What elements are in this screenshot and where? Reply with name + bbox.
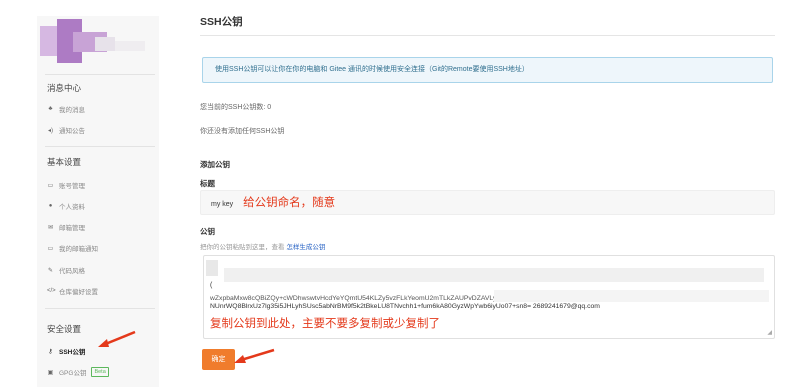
sidebar-item-notices[interactable]: ◂) 通知公告 bbox=[47, 125, 85, 136]
key-hint-text: 把你的公钥粘贴到这里，查看 bbox=[200, 244, 285, 251]
section-title-security-settings: 安全设置 bbox=[47, 324, 82, 334]
how-to-generate-link[interactable]: 怎样生成公钥 bbox=[286, 244, 325, 251]
bell-icon: ♣ bbox=[48, 106, 53, 112]
redacted-block bbox=[206, 260, 218, 276]
key-icon: ⚷ bbox=[48, 348, 53, 355]
brush-icon: ✎ bbox=[47, 267, 54, 274]
confirm-button[interactable]: 确定 bbox=[202, 349, 235, 370]
sidebar-item-code-style[interactable]: ✎ 代码风格 bbox=[47, 265, 85, 276]
sidebar-item-label: SSH公钥 bbox=[59, 349, 86, 356]
sidebar-item-label: 代码风格 bbox=[59, 268, 85, 275]
info-alert: 使用SSH公钥可以让你在你的电脑和 Gitee 通讯的时候使用安全连接（Git的… bbox=[202, 57, 773, 83]
key-title-input[interactable]: my key 给公钥命名，随意 bbox=[200, 190, 775, 215]
sidebar-item-ssh-keys[interactable]: ⚷ SSH公钥 bbox=[47, 346, 86, 357]
section-title-basic-settings: 基本设置 bbox=[47, 157, 82, 167]
annotation-arrow-icon bbox=[234, 348, 275, 363]
divider bbox=[200, 35, 775, 36]
avatar-block bbox=[95, 37, 115, 51]
sidebar-item-gpg-keys[interactable]: ▣ GPG公钥 Beta bbox=[47, 367, 109, 377]
sidebar-item-label: GPG公钥 bbox=[59, 370, 87, 377]
redacted-block bbox=[224, 268, 764, 282]
sidebar-item-email-notify[interactable]: ▭ 我的邮箱通知 bbox=[47, 243, 98, 254]
sidebar-divider bbox=[45, 308, 155, 309]
redacted-block bbox=[494, 290, 769, 302]
sidebar-item-email[interactable]: ✉ 邮箱管理 bbox=[47, 222, 85, 233]
section-title-message-center: 消息中心 bbox=[47, 83, 82, 93]
title-annotation: 给公钥命名，随意 bbox=[243, 197, 336, 209]
sidebar-item-label: 邮箱管理 bbox=[59, 225, 85, 232]
key-title-value: my key bbox=[211, 201, 234, 208]
page-title: SSH公钥 bbox=[200, 16, 243, 28]
key-annotation: 复制公钥到此处，主要不要多复制或少复制了 bbox=[210, 318, 440, 330]
sidebar-divider bbox=[45, 146, 155, 147]
avatar-block bbox=[115, 41, 145, 51]
sidebar-item-my-messages[interactable]: ♣ 我的消息 bbox=[47, 104, 85, 114]
lock-icon: ▣ bbox=[47, 369, 54, 376]
user-icon: ● bbox=[48, 203, 53, 209]
sidebar-item-label: 我的消息 bbox=[59, 107, 85, 114]
sidebar-item-profile[interactable]: ● 个人资料 bbox=[47, 201, 85, 211]
sidebar-item-label: 我的邮箱通知 bbox=[59, 246, 98, 253]
key-text-line: NUnrWQ8BlrxUz7lg35i5JHLyhSUsc5abNrBM9f5k… bbox=[210, 303, 600, 310]
envelope-icon: ✉ bbox=[47, 224, 54, 231]
card-icon: ▭ bbox=[47, 245, 54, 252]
key-label: 公钥 bbox=[200, 227, 215, 236]
code-icon: </> bbox=[47, 288, 56, 294]
annotation-arrow-icon bbox=[98, 330, 136, 347]
title-label: 标题 bbox=[200, 179, 215, 188]
no-keys-message: 你还没有添加任何SSH公钥 bbox=[200, 128, 285, 135]
key-text-start: ( bbox=[210, 282, 213, 289]
sidebar-item-label: 通知公告 bbox=[59, 128, 85, 135]
sidebar-item-repo-prefs[interactable]: </> 仓库偏好设置 bbox=[47, 286, 98, 296]
beta-badge: Beta bbox=[91, 367, 109, 377]
sidebar-item-label: 仓库偏好设置 bbox=[59, 289, 98, 296]
sidebar-item-account[interactable]: ▭ 账号管理 bbox=[47, 180, 85, 191]
main-content: SSH公钥 使用SSH公钥可以让你在你的电脑和 Gitee 通讯的时候使用安全连… bbox=[200, 0, 780, 387]
id-card-icon: ▭ bbox=[47, 182, 54, 189]
key-hint: 把你的公钥粘贴到这里，查看 怎样生成公钥 bbox=[200, 241, 325, 251]
public-key-textarea[interactable]: ( wZxpbaMxw8cQBiZQy+cWDhwswtvHcdYeYQmtU5… bbox=[203, 255, 775, 339]
avatar[interactable] bbox=[40, 19, 156, 67]
sidebar-item-label: 个人资料 bbox=[59, 204, 85, 211]
resize-grip-icon[interactable]: ◢ bbox=[767, 329, 772, 336]
megaphone-icon: ◂) bbox=[47, 127, 53, 134]
sidebar-divider bbox=[45, 74, 155, 75]
sidebar-item-label: 账号管理 bbox=[59, 183, 85, 190]
add-key-heading: 添加公钥 bbox=[200, 160, 230, 169]
ssh-key-count: 您当前的SSH公钥数: 0 bbox=[200, 104, 272, 111]
